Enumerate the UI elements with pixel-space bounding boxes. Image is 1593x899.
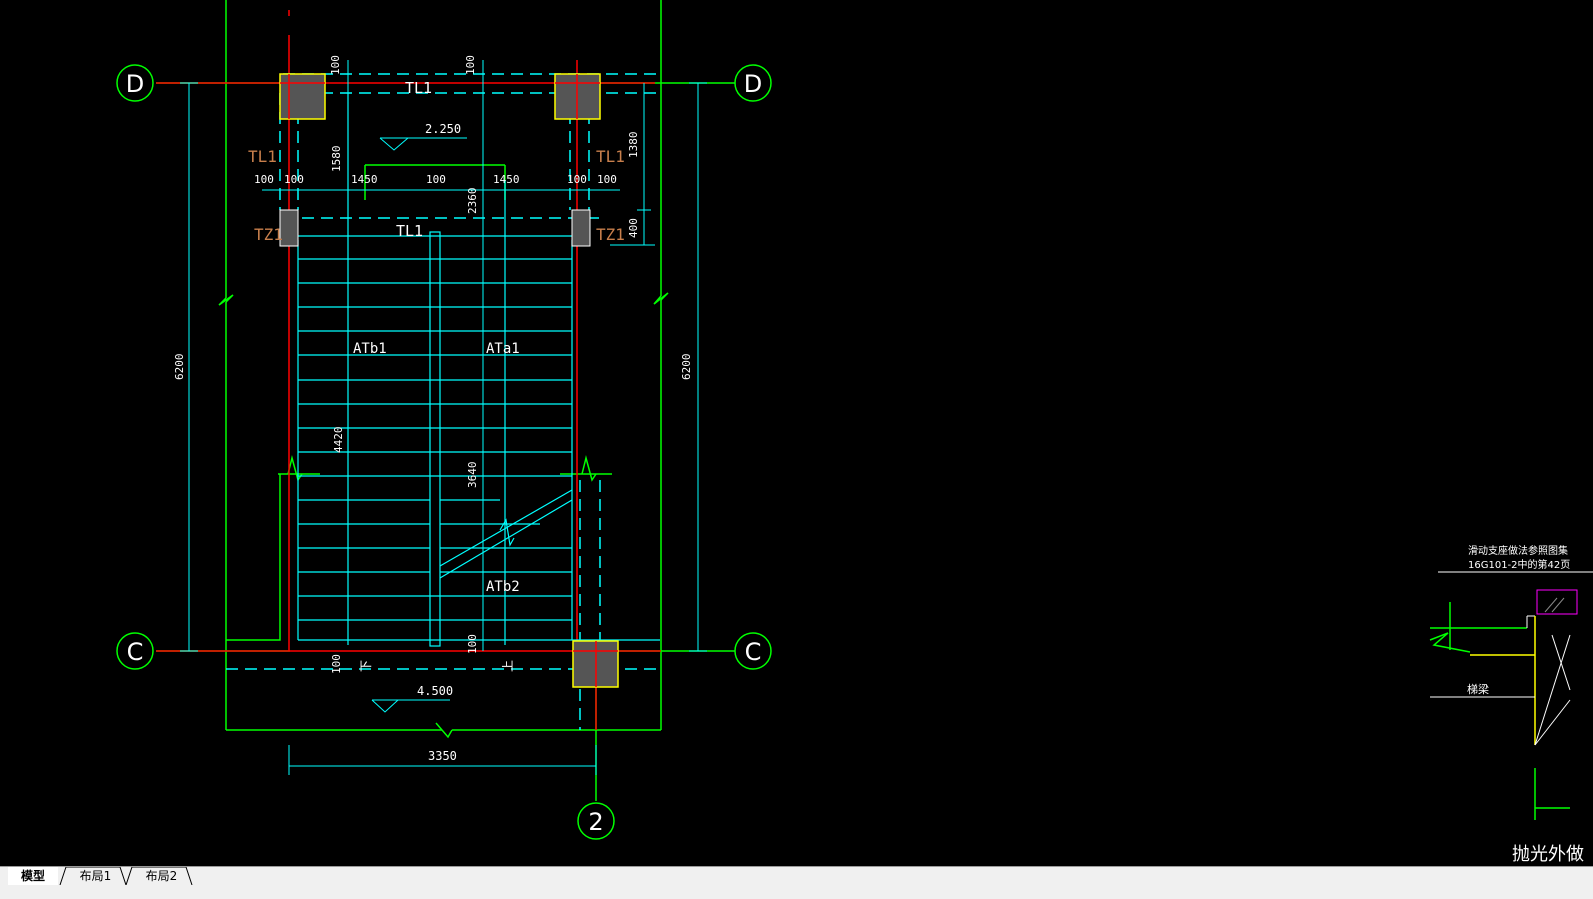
grid-bubble-2: 2 xyxy=(577,802,615,840)
detail-note-line1: 滑动支座做法参照图集 xyxy=(1468,544,1568,557)
layout-tab-bar: 模型 布局1 布局2 xyxy=(0,866,1593,899)
elevation-top: 2.250 xyxy=(425,122,461,136)
dim-100-r2: 100 xyxy=(597,173,617,186)
dim-1380: 1380 xyxy=(627,132,640,159)
up-mark: 上 xyxy=(501,660,515,672)
dim-6200-right: 6200 xyxy=(680,354,693,381)
dim-100-top-b: 100 xyxy=(464,55,477,75)
detail-caption: 抛光外做 xyxy=(1512,844,1584,865)
label-tz1-left: TZ1 xyxy=(254,225,283,244)
label-ata1: ATa1 xyxy=(486,341,520,357)
dim-1450-b: 1450 xyxy=(493,173,520,186)
dim-100-l1: 100 xyxy=(254,173,274,186)
grid-bubble-C-left: C xyxy=(116,632,154,670)
dim-100-mid: 100 xyxy=(426,173,446,186)
dim-100-bot-b: 100 xyxy=(466,634,479,654)
grid-bubble-C-right: C xyxy=(734,632,772,670)
grid-bubble-D-right: D xyxy=(734,64,772,102)
tab-layout1[interactable]: 布局1 xyxy=(68,867,123,885)
detail-label: 梯梁 xyxy=(1467,682,1489,696)
dim-4420: 4420 xyxy=(332,427,345,454)
label-tl1-top: TL1 xyxy=(405,79,432,97)
label-tl1-left: TL1 xyxy=(248,147,277,166)
label-tz1-right: TZ1 xyxy=(596,225,625,244)
label-atb1: ATb1 xyxy=(353,341,387,357)
wall-outline xyxy=(156,0,735,801)
dim-6200-left: 6200 xyxy=(173,354,186,381)
dim-100-top-a: 100 xyxy=(329,55,342,75)
label-atb2: ATb2 xyxy=(486,579,520,595)
tab-layout2[interactable]: 布局2 xyxy=(134,867,189,885)
dim-2360: 2360 xyxy=(466,188,479,215)
dim-100-r1: 100 xyxy=(567,173,587,186)
grid-label-C-right: C xyxy=(745,638,762,666)
elevation-bottom: 4.500 xyxy=(417,684,453,698)
grid-bubble-D-left: D xyxy=(116,64,154,102)
label-tl1-right: TL1 xyxy=(596,147,625,166)
dim-1450-a: 1450 xyxy=(351,173,378,186)
dim-400: 400 xyxy=(627,218,640,238)
label-tl1-mid: TL1 xyxy=(396,222,423,240)
dim-100-bot-a: 100 xyxy=(330,654,343,674)
detail-note-line2: 16G101-2中的第42页 xyxy=(1468,558,1570,571)
dimension-lines xyxy=(180,60,707,775)
grid-label-C-left: C xyxy=(127,638,144,666)
dim-1580: 1580 xyxy=(330,146,343,173)
grid-label-D-right: D xyxy=(744,70,762,98)
down-mark: 下 xyxy=(359,660,373,672)
detail-fragment xyxy=(1429,571,1593,820)
grid-label-2: 2 xyxy=(588,808,603,836)
dim-3640: 3640 xyxy=(466,462,479,489)
cad-drawing-canvas[interactable]: D D C C 2 TL1 TL1 TL1 TL1 TZ1 TZ1 ATb1 A… xyxy=(0,0,1593,866)
grid-label-D-left: D xyxy=(126,70,144,98)
dim-100-l2: 100 xyxy=(284,173,304,186)
dim-3350: 3350 xyxy=(428,749,457,763)
